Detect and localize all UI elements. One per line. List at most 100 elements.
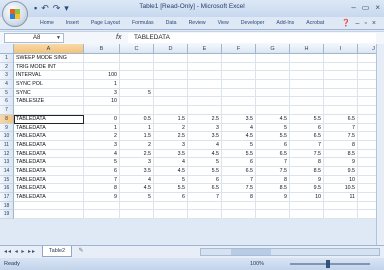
cell[interactable]: 7 [256,158,290,167]
cell[interactable] [188,97,222,107]
cell[interactable]: TABLEDATA [14,140,84,150]
cell[interactable]: 5 [188,158,222,167]
tab-acrobat[interactable]: Acrobat [300,18,330,29]
cell[interactable]: 1 [84,80,120,89]
cell[interactable] [256,54,290,63]
cell[interactable] [222,106,256,115]
cell[interactable]: SYNC [14,88,84,98]
cell[interactable] [188,210,222,220]
office-button[interactable] [2,1,28,27]
cell[interactable] [256,71,290,81]
cell[interactable]: 5.5 [154,184,188,193]
cell[interactable] [256,210,290,220]
cell[interactable]: 9.5 [324,166,358,176]
cell[interactable] [222,80,256,89]
row-header[interactable]: 11 [0,140,14,150]
cell[interactable]: 5.5 [188,166,222,176]
cell[interactable]: 9 [290,175,324,185]
cell[interactable] [84,201,120,211]
cell[interactable] [120,54,154,63]
cell[interactable] [188,106,222,115]
cell[interactable] [324,80,358,89]
cell[interactable]: TABLEDATA [14,184,84,193]
cell[interactable]: 7 [188,193,222,202]
cell[interactable] [84,62,120,72]
row-header[interactable]: 16 [0,184,14,193]
cell[interactable]: 1 [120,123,154,133]
cell[interactable] [290,201,324,211]
cell[interactable]: 6 [290,123,324,133]
cell[interactable] [256,62,290,72]
cell[interactable] [154,54,188,63]
column-header-f[interactable]: F [222,44,256,54]
cell[interactable] [290,80,324,89]
cell[interactable]: 8.5 [290,166,324,176]
cell[interactable]: 10.5 [324,184,358,193]
cell[interactable] [120,106,154,115]
cell[interactable]: 7 [222,175,256,185]
cell[interactable]: 5.5 [222,149,256,159]
cell[interactable] [324,62,358,72]
cell[interactable]: 10 [84,97,120,107]
cell[interactable] [84,210,120,220]
cell[interactable] [120,97,154,107]
cell[interactable] [222,71,256,81]
cell[interactable] [324,106,358,115]
cell[interactable]: 3 [188,123,222,133]
cell[interactable] [324,210,358,220]
row-header[interactable]: 14 [0,166,14,176]
cell[interactable]: INTERVAL [14,71,84,81]
cell[interactable] [188,201,222,211]
cell[interactable]: TABLEDATA [14,193,84,202]
row-header[interactable]: 18 [0,201,14,211]
cell[interactable]: 1.5 [120,132,154,141]
sheet-nav-arrows[interactable]: ◂◂ ◂ ▸ ▸▸ [4,247,36,257]
cell[interactable] [290,106,324,115]
cell[interactable]: 6.5 [188,184,222,193]
cell[interactable] [188,54,222,63]
cell[interactable] [120,210,154,220]
cell[interactable] [120,201,154,211]
cell[interactable]: 3.5 [154,149,188,159]
cell[interactable]: 4 [188,140,222,150]
cell[interactable]: 7 [324,123,358,133]
cell[interactable] [256,106,290,115]
cell[interactable]: 8 [290,158,324,167]
cell[interactable]: 7 [290,140,324,150]
cell[interactable]: 7.5 [290,149,324,159]
cell[interactable]: 6 [188,175,222,185]
close-button[interactable]: × [375,2,380,14]
row-header[interactable]: 7 [0,106,14,115]
zoom-slider-knob[interactable] [326,260,330,268]
cell[interactable]: 2.5 [120,149,154,159]
maximize-button[interactable]: ▭ [362,2,370,14]
cell[interactable] [290,62,324,72]
column-header-d[interactable]: D [154,44,188,54]
sheet-tab-table2[interactable]: Table2 [42,246,72,257]
cell[interactable]: 5 [154,175,188,185]
cell[interactable] [154,201,188,211]
cell[interactable]: 4 [154,158,188,167]
column-header-e[interactable]: E [188,44,222,54]
cell[interactable]: 8 [324,140,358,150]
cell[interactable]: TABLEDATA [14,166,84,176]
cell[interactable]: 2 [154,123,188,133]
cell[interactable]: 6.5 [290,132,324,141]
name-box[interactable]: A8 [4,33,64,43]
tab-review[interactable]: Review [183,18,212,29]
cell[interactable]: TABLEDATA [14,123,84,133]
cell[interactable]: 11 [324,193,358,202]
cell[interactable] [14,201,84,211]
cell[interactable] [324,71,358,81]
cell[interactable]: 8.5 [324,149,358,159]
cell[interactable] [256,80,290,89]
cell[interactable]: 4.5 [256,114,290,124]
cell[interactable]: TABLEDATA [14,175,84,185]
cell[interactable]: 2 [84,132,120,141]
column-header-i[interactable]: I [324,44,358,54]
cell[interactable] [14,210,84,220]
row-header[interactable]: 17 [0,193,14,202]
row-header[interactable]: 9 [0,123,14,133]
cell[interactable]: 4 [84,149,120,159]
cell[interactable] [222,97,256,107]
